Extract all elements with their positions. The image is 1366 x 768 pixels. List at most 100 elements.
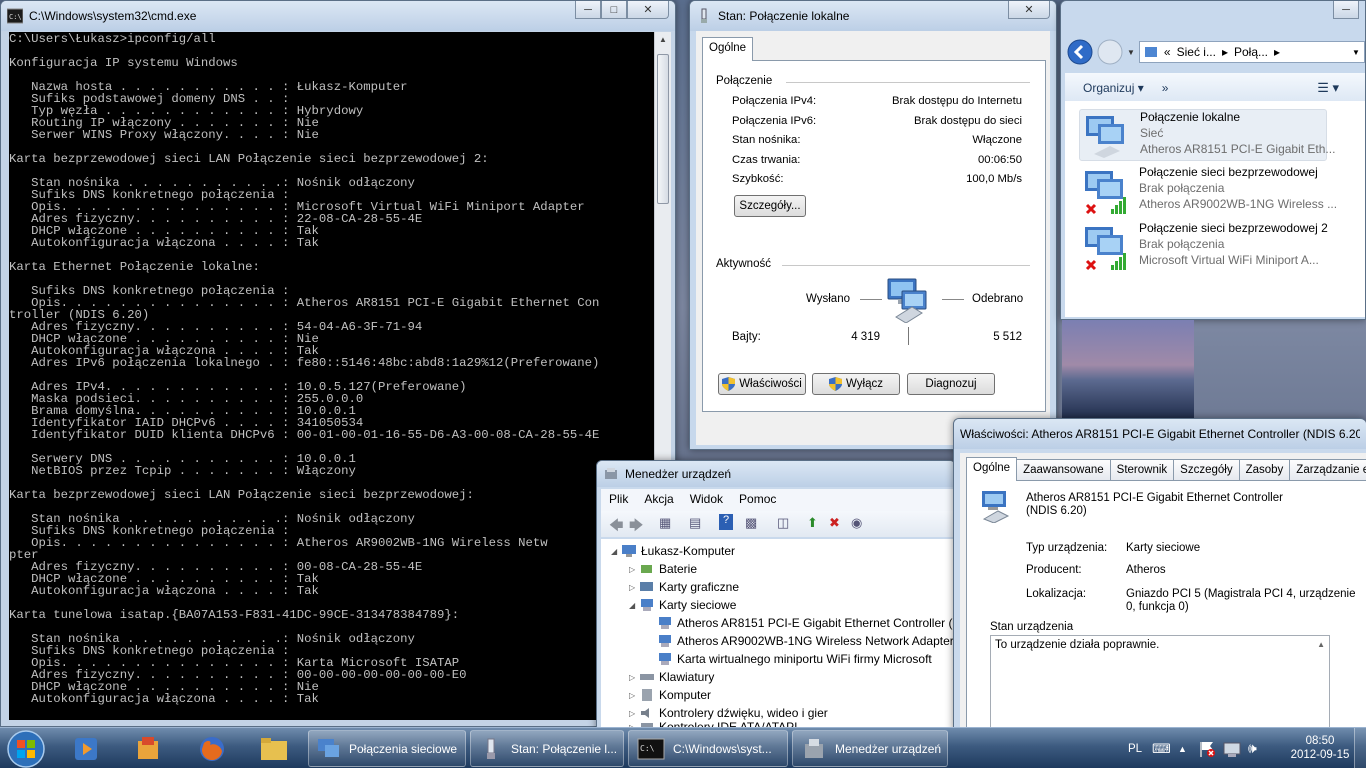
console-icon[interactable]: ▩ <box>745 515 757 531</box>
language-indicator[interactable]: PL <box>1128 728 1142 768</box>
maximize-button[interactable]: □ <box>601 1 627 19</box>
organize-menu[interactable]: Organizuj ▾ <box>1083 81 1144 95</box>
console-line: Karta bezprzewodowej sieci LAN Połączeni… <box>9 152 489 166</box>
tree-node-keyboards[interactable]: ▷ Klawiatury <box>629 668 714 686</box>
close-button[interactable]: ✕ <box>627 1 669 19</box>
show-hidden-icons-icon[interactable]: ▲ <box>1178 728 1187 768</box>
forward-arrow-icon[interactable] <box>1097 39 1123 65</box>
device-status-text[interactable]: To urządzenie działa poprawnie. ▲ <box>990 635 1330 731</box>
view-options-icon[interactable]: ☰ ▾ <box>1317 80 1339 96</box>
status-dialog[interactable]: Stan: Połączenie lokalne ✕ Ogólne Połącz… <box>689 0 1057 450</box>
taskbar-button-cmd[interactable]: C:\ C:\Windows\syst... <box>628 730 788 767</box>
minimize-button[interactable]: ─ <box>1333 1 1359 19</box>
console-line: Karta bezprzewodowej sieci LAN Połączeni… <box>9 488 474 502</box>
list-item[interactable]: Połączenie lokalne Sieć Atheros AR8151 P… <box>1079 109 1335 161</box>
tree-leaf-adapter[interactable]: Atheros AR8151 PCI-E Gigabit Ethernet Co… <box>657 614 952 632</box>
console-output[interactable]: C:\Users\Łukasz>ipconfig/all Konfiguracja… <box>9 32 654 720</box>
tab-advanced[interactable]: Zaawansowane <box>1016 459 1111 481</box>
media-player-icon[interactable] <box>58 730 114 767</box>
speaker-icon <box>641 708 649 718</box>
installer-icon[interactable] <box>120 730 176 767</box>
tree-node-computer[interactable]: ▷ Komputer <box>629 686 711 704</box>
details-button[interactable]: Szczegóły... <box>734 195 806 217</box>
list-item[interactable]: Połączenie sieci bezprzewodowej Brak poł… <box>1079 165 1337 217</box>
cmd-icon: C:\ <box>637 738 665 759</box>
breadcrumb-network[interactable]: Sieć i... <box>1177 45 1216 59</box>
network-adapter-icon <box>701 8 707 23</box>
tab-power-management[interactable]: Zarządzanie energią <box>1289 459 1366 481</box>
uninstall-icon[interactable]: ✖ <box>829 515 840 531</box>
tree-node-sound[interactable]: ▷ Kontrolery dźwięku, wideo i gier <box>629 704 828 722</box>
disable-button[interactable]: Wyłącz <box>812 373 900 395</box>
device-manager-window[interactable]: Menedżer urządzeń Plik Akcja Widok Pomoc… <box>596 460 956 732</box>
taskbar-button-status[interactable]: Stan: Połączenie l... <box>470 730 624 767</box>
row-media-state: Stan nośnika: Włączone <box>732 134 1022 146</box>
diagnose-button[interactable]: Diagnozuj <box>907 373 995 395</box>
device-tree[interactable]: ◢ Łukasz-Komputer ▷ Baterie ▷ Karty graficz… <box>601 539 954 731</box>
help-icon[interactable]: ? <box>719 514 733 530</box>
start-button-icon[interactable] <box>6 729 46 768</box>
network-connections-window[interactable]: ─ ▼ « Sieć i... ▸ Połą... ▸ ▼ Organizuj … <box>1060 0 1366 320</box>
lan-connection-icon <box>1086 116 1124 158</box>
show-hide-tree-icon[interactable]: ▦ <box>659 515 671 531</box>
tree-node-network[interactable]: ◢ Karty sieciowe <box>629 596 736 614</box>
cmd-titlebar[interactable]: C:\ C:\Windows\system32\cmd.exe <box>1 1 675 31</box>
menu-file[interactable]: Plik <box>601 489 636 511</box>
cmd-title: C:\Windows\system32\cmd.exe <box>29 9 197 23</box>
tree-node-graphics[interactable]: ▷ Karty graficzne <box>629 578 739 596</box>
explorer-folder-icon[interactable] <box>246 730 302 767</box>
address-bar[interactable]: « Sieć i... ▸ Połą... ▸ ▼ <box>1138 41 1365 63</box>
forward-icon[interactable]: 🡆 <box>629 515 643 539</box>
history-dropdown-icon[interactable]: ▼ <box>1127 48 1135 57</box>
devmgr-titlebar[interactable]: Menedżer urządzeń <box>597 461 955 487</box>
keyboard-icon[interactable]: ⌨ <box>1152 728 1171 768</box>
action-center-flag-icon[interactable] <box>1198 740 1216 758</box>
battery-icon <box>641 565 652 573</box>
close-button[interactable]: ✕ <box>1008 1 1050 19</box>
console-line: Konfiguracja IP systemu Windows <box>9 56 238 70</box>
firefox-icon[interactable] <box>184 730 240 767</box>
console-line: NetBIOS przez Tcpip . . . . . . . : Włąc… <box>9 464 356 478</box>
tree-root[interactable]: ◢ Łukasz-Komputer <box>611 542 735 560</box>
minimize-button[interactable]: ─ <box>575 1 601 19</box>
status-titlebar[interactable]: Stan: Połączenie lokalne <box>690 1 1056 31</box>
console-line: Autokonfiguracja włączona . . . . : Tak <box>9 236 319 250</box>
breadcrumb-connections[interactable]: Połą... <box>1234 45 1268 59</box>
taskbar-button-device-manager[interactable]: Menedżer urządzeń <box>792 730 948 767</box>
tree-node-batteries[interactable]: ▷ Baterie <box>629 560 697 578</box>
scroll-thumb[interactable] <box>657 54 669 204</box>
menu-help[interactable]: Pomoc <box>731 489 784 511</box>
console-line: Autokonfiguracja włączona . . . . : Tak <box>9 692 319 706</box>
scroll-up-icon[interactable]: ▲ <box>659 35 667 44</box>
volume-icon[interactable]: 🕪 <box>1248 728 1257 768</box>
properties-icon[interactable]: ▤ <box>689 515 701 531</box>
show-desktop-button[interactable] <box>1354 728 1366 768</box>
producer-value: Atheros <box>1126 564 1166 576</box>
disable-device-icon[interactable]: ◉ <box>851 515 862 531</box>
props-titlebar[interactable]: Właściwości: Atheros AR8151 PCI-E Gigabi… <box>954 419 1366 449</box>
properties-button[interactable]: Właściwości <box>718 373 806 395</box>
tab-general[interactable]: Ogólne <box>966 457 1018 481</box>
tab-driver[interactable]: Sterownik <box>1109 459 1175 481</box>
tree-leaf-adapter[interactable]: Atheros AR9002WB-1NG Wireless Network Ad… <box>657 632 954 650</box>
tab-general[interactable]: Ogólne <box>702 37 754 61</box>
update-driver-icon[interactable]: ⬆ <box>807 515 818 531</box>
tab-resources[interactable]: Zasoby <box>1238 459 1291 481</box>
scroll-up-icon[interactable]: ▲ <box>1317 640 1325 649</box>
clock[interactable]: 08:50 2012-09-15 <box>1290 734 1350 762</box>
menu-action[interactable]: Akcja <box>636 489 681 511</box>
more-commands-button[interactable]: » <box>1162 81 1169 95</box>
taskbar-button-network-connections[interactable]: Połączenia sieciowe <box>308 730 466 767</box>
back-icon[interactable]: 🡄 <box>609 515 623 539</box>
connections-list[interactable]: Połączenie lokalne Sieć Atheros AR8151 P… <box>1065 101 1365 317</box>
menu-view[interactable]: Widok <box>682 489 731 511</box>
device-properties-dialog[interactable]: Właściwości: Atheros AR8151 PCI-E Gigabi… <box>953 418 1366 732</box>
console-line: Karta Ethernet Połączenie lokalne: <box>9 260 260 274</box>
network-tray-icon[interactable] <box>1222 739 1242 759</box>
tab-details[interactable]: Szczegóły <box>1173 459 1240 481</box>
back-arrow-icon[interactable] <box>1067 39 1093 65</box>
tree-leaf-adapter[interactable]: Karta wirtualnego miniportu WiFi firmy M… <box>657 650 932 668</box>
list-item[interactable]: Połączenie sieci bezprzewodowej 2 Brak p… <box>1079 221 1329 273</box>
cmd-window[interactable]: C:\ C:\Windows\system32\cmd.exe ─ □ ✕ C:… <box>0 0 676 727</box>
scan-hardware-icon[interactable]: ◫ <box>777 515 789 531</box>
